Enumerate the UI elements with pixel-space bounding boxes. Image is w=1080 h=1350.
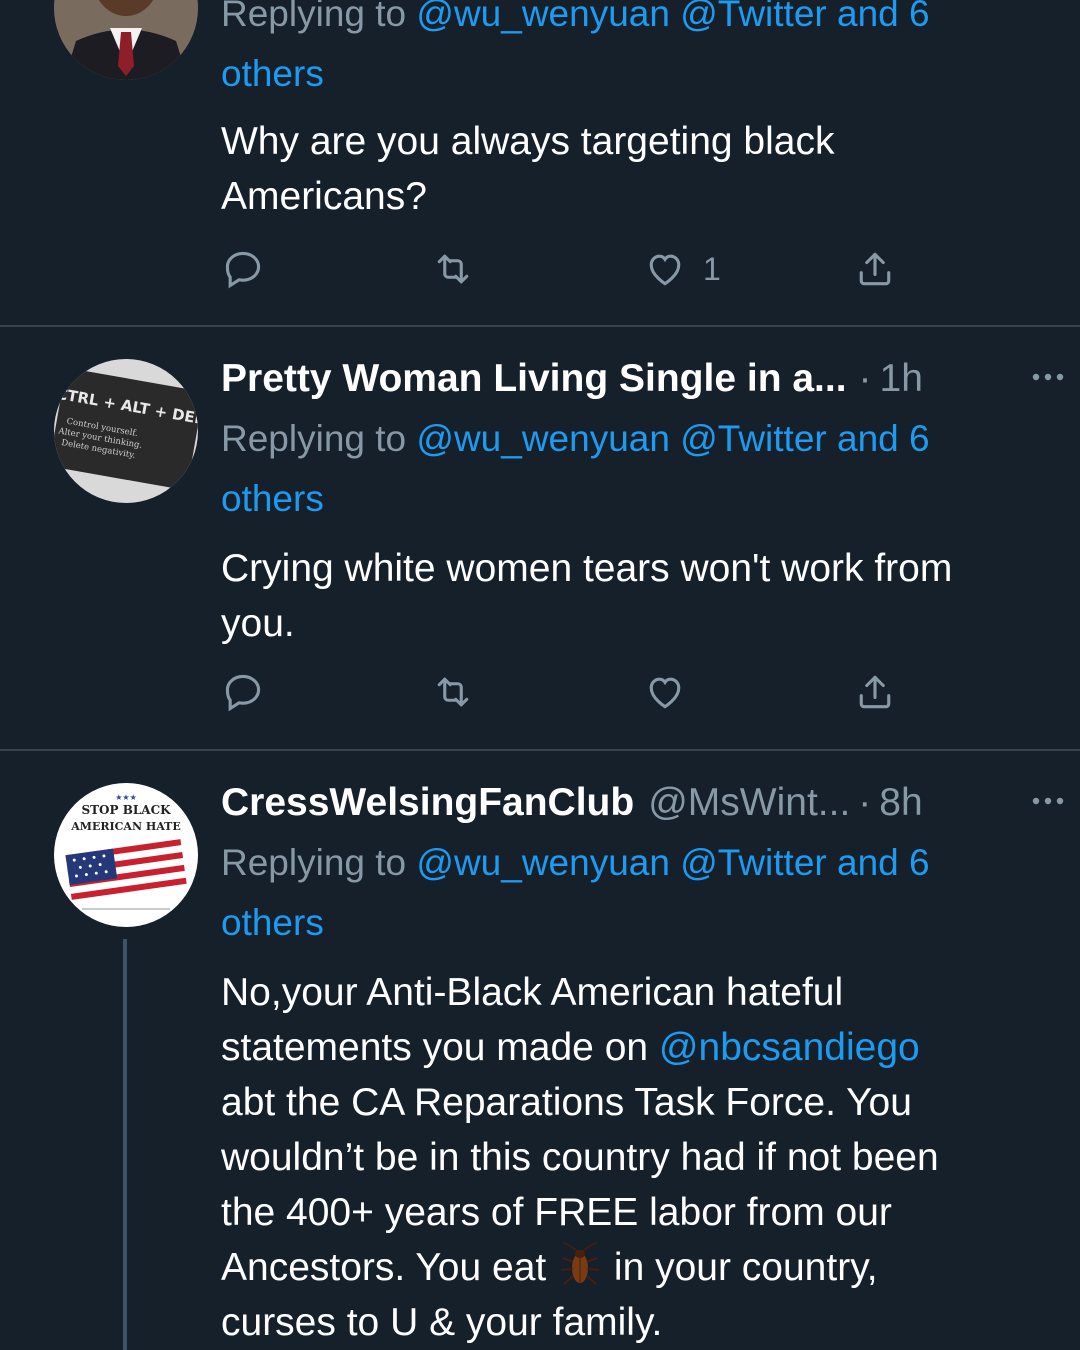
- ctrl-alt-del-avatar-icon: CTRL + ALT + DEL Control yourself. Alter…: [54, 359, 198, 503]
- replying-to: Replying to @wu_wenyuan @Twitter and 6 o…: [221, 409, 1051, 529]
- tweet-text-line6: Ancestors. You eat: [221, 1246, 558, 1289]
- timestamp[interactable]: 8h: [879, 781, 922, 825]
- like-count: 1: [703, 250, 721, 287]
- retweet-icon: [437, 677, 469, 707]
- reply-button[interactable]: [221, 244, 265, 294]
- cockroach-emoji-icon: [561, 1242, 600, 1285]
- heart-icon: [649, 677, 681, 709]
- tweet-text-line7: curses to U & your family.: [221, 1301, 663, 1344]
- tweet-text-line1: Why are you always targeting black: [221, 120, 835, 163]
- tweet-content: CressWelsingFanClub @MsWint... · 8h Repl…: [221, 773, 1051, 1350]
- tweet-content: Pretty Woman Living Single in a... · 1h …: [221, 349, 1051, 651]
- avatar-text-line2: AMERICAN HATE: [70, 820, 180, 833]
- reply-mentions-link[interactable]: @wu_wenyuan @Twitter and 6: [416, 0, 929, 34]
- tweet-text-line5: the 400+ years of FREE labor from our: [221, 1191, 892, 1234]
- replying-to: Replying to @wu_wenyuan @Twitter and 6 o…: [221, 833, 1051, 953]
- avatar[interactable]: ★★★ STOP BLACK AMERICAN HATE: [54, 783, 198, 927]
- thread-line: [123, 939, 127, 1350]
- tweet-text-line4: wouldn’t be in this country had if not b…: [221, 1136, 939, 1179]
- reply-button[interactable]: [221, 667, 265, 717]
- tweet-actions: 1: [221, 244, 921, 294]
- tweet-3[interactable]: ★★★ STOP BLACK AMERICAN HATE CressWelsin…: [0, 751, 1080, 1350]
- separator-dot: ·: [858, 357, 872, 400]
- tweet-actions: [221, 667, 921, 717]
- svg-text:★★★: ★★★: [115, 793, 137, 802]
- retweet-icon: [437, 254, 469, 284]
- tweet-text-line1: No,your Anti-Black American hateful: [221, 971, 844, 1014]
- replying-to-label: Replying to: [221, 0, 407, 34]
- tweet-text: Crying white women tears won't work from…: [221, 541, 1051, 651]
- tweet-text-line3: abt the CA Reparations Task Force. You: [221, 1081, 912, 1124]
- tweet-2[interactable]: CTRL + ALT + DEL Control yourself. Alter…: [0, 327, 1080, 749]
- retweet-button[interactable]: [431, 244, 475, 294]
- replying-to: Replying to @wu_wenyuan @Twitter and 6 o…: [221, 0, 1051, 104]
- man-in-suit-avatar-icon: [54, 0, 198, 80]
- reply-mentions-link[interactable]: @wu_wenyuan @Twitter and 6: [416, 418, 929, 459]
- reply-icon: [225, 674, 261, 712]
- share-button[interactable]: [853, 244, 897, 294]
- share-icon: [859, 675, 891, 709]
- replying-to-label: Replying to: [221, 842, 407, 883]
- tweet-text-line2: Americans?: [221, 175, 427, 218]
- reply-mentions-others-link[interactable]: others: [221, 902, 324, 943]
- tweet-header: Pretty Woman Living Single in a... · 1h: [221, 349, 1051, 409]
- reply-mentions-link[interactable]: @wu_wenyuan @Twitter and 6: [416, 842, 929, 883]
- like-button[interactable]: 1: [643, 244, 721, 294]
- display-name[interactable]: CressWelsingFanClub: [221, 781, 634, 825]
- tweet-text-line6-end: in your country,: [603, 1246, 878, 1289]
- share-button[interactable]: [853, 667, 897, 717]
- user-handle[interactable]: @MsWint...: [648, 781, 850, 825]
- tweet-text-line1: Crying white women tears won't work from: [221, 547, 953, 590]
- tweet-1[interactable]: Replying to @wu_wenyuan @Twitter and 6 o…: [0, 0, 1080, 326]
- share-icon: [859, 252, 891, 286]
- reply-mentions-others-link[interactable]: others: [221, 53, 324, 94]
- avatar[interactable]: [54, 0, 198, 80]
- tweet-text-line2: you.: [221, 602, 295, 645]
- heart-icon: [649, 254, 681, 286]
- more-options-icon[interactable]: [1028, 781, 1068, 821]
- retweet-button[interactable]: [431, 667, 475, 717]
- timestamp[interactable]: 1h: [880, 357, 923, 401]
- tweet-content: Replying to @wu_wenyuan @Twitter and 6 o…: [221, 0, 1051, 224]
- tweet-header: CressWelsingFanClub @MsWint... · 8h: [221, 773, 1051, 833]
- tweet-text: Why are you always targeting black Ameri…: [221, 114, 1051, 224]
- tweet-feed: Replying to @wu_wenyuan @Twitter and 6 o…: [0, 0, 1080, 1350]
- display-name[interactable]: Pretty Woman Living Single in a...: [221, 357, 847, 401]
- stop-black-american-hate-flag-avatar-icon: ★★★ STOP BLACK AMERICAN HATE: [54, 783, 198, 927]
- separator-dot: ·: [858, 781, 872, 824]
- replying-to-label: Replying to: [221, 418, 407, 459]
- reply-icon: [225, 251, 261, 289]
- like-button[interactable]: [643, 667, 687, 717]
- nbcsandiego-mention-link[interactable]: @nbcsandiego: [659, 1026, 920, 1069]
- more-options-icon[interactable]: [1028, 357, 1068, 397]
- avatar[interactable]: CTRL + ALT + DEL Control yourself. Alter…: [54, 359, 198, 503]
- tweet-text: No,your Anti-Black American hateful stat…: [221, 965, 1051, 1350]
- tweet-text-line2: statements you made on: [221, 1026, 659, 1069]
- reply-mentions-others-link[interactable]: others: [221, 478, 324, 519]
- avatar-text-line1: STOP BLACK: [81, 803, 171, 817]
